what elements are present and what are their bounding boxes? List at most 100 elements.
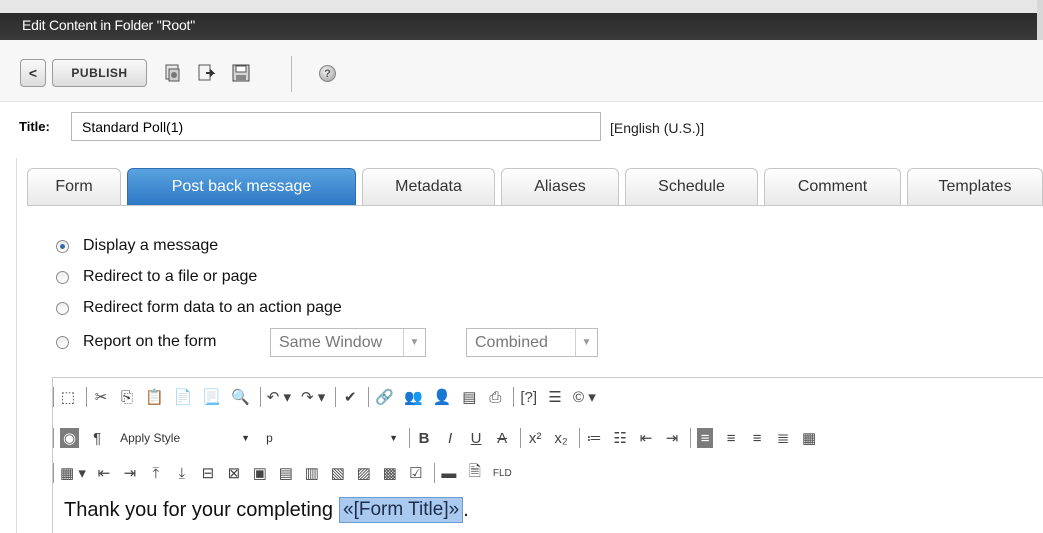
tab-comment[interactable]: Comment (764, 168, 901, 205)
cell-properties-icon[interactable]: ▥ (304, 463, 320, 483)
redo-icon[interactable]: ↷ ▾ (301, 387, 325, 407)
title-input[interactable] (71, 112, 601, 141)
paste-text-icon[interactable]: 📃 (202, 387, 221, 407)
chevron-down-icon: ▼ (389, 433, 399, 443)
form-field-icon[interactable]: ▩ (382, 463, 398, 483)
insert-row-below-icon[interactable]: ⤓ (174, 463, 190, 483)
window-select-value: Same Window (279, 333, 383, 351)
copy-icon[interactable]: ⎘ (119, 387, 135, 407)
justify-icon[interactable]: ≣ (775, 428, 791, 448)
radio-report-form[interactable] (56, 335, 69, 349)
tab-form[interactable]: Form (27, 168, 121, 205)
style-dropdown[interactable]: Apply Style ▼ (115, 428, 255, 448)
editor-toolbar-row-1: ⬚ ✂ ⎘ 📋 📄 📃 🔍 ↶ ▾ ↷ ▾ ✔ 🔗 👥 👤 ▤ ⎙ [?] ☰ … (53, 382, 1043, 412)
paste-word-icon[interactable]: 📄 (174, 387, 193, 407)
help-icon[interactable]: ? (319, 65, 336, 82)
subscript-icon[interactable]: x₂ (553, 428, 569, 448)
library-icon[interactable]: 👥 (404, 387, 423, 407)
checkbox-field-icon[interactable]: ☑ (408, 463, 424, 483)
mode-select[interactable]: Combined ▼ (466, 328, 598, 357)
radio-redirect-file[interactable] (56, 270, 69, 284)
editor-content[interactable]: Thank you for your completing «[Form Tit… (64, 497, 469, 523)
list-style-icon[interactable]: ☰ (547, 387, 563, 407)
title-label: Title: (19, 119, 50, 134)
back-label: < (28, 65, 38, 81)
source-mode-icon[interactable]: ◉ (60, 428, 80, 448)
window-title: Edit Content in Folder "Root" (22, 17, 196, 33)
table-properties-icon[interactable]: ▧ (330, 463, 346, 483)
option-redirect-action[interactable]: Redirect form data to an action page (56, 298, 342, 318)
copyright-icon[interactable]: © ▾ (573, 387, 596, 407)
paragraph-dropdown[interactable]: p ▼ (261, 428, 403, 448)
justify-full-icon[interactable]: ▦ (801, 428, 817, 448)
document-icon[interactable]: 🗎 (467, 463, 483, 483)
tab-post-back-message[interactable]: Post back message (127, 168, 356, 205)
tab-schedule[interactable]: Schedule (625, 168, 758, 205)
content-trailing: . (463, 498, 469, 521)
option-redirect-file[interactable]: Redirect to a file or page (56, 267, 257, 287)
publish-button[interactable]: PUBLISH (52, 59, 147, 87)
window-select[interactable]: Same Window ▼ (270, 328, 426, 357)
numbered-list-icon[interactable]: ≔ (586, 428, 602, 448)
indent-icon[interactable]: ⇥ (664, 428, 680, 448)
split-cells-icon[interactable]: ▤ (278, 463, 294, 483)
page-icon[interactable]: ▤ (461, 387, 477, 407)
insert-column-right-icon[interactable]: ⇥ (122, 463, 138, 483)
align-left-icon[interactable]: ≡ (697, 428, 714, 448)
delete-column-icon[interactable]: ⊟ (200, 463, 216, 483)
back-button[interactable]: < (20, 59, 46, 87)
chevron-down-icon: ▼ (403, 329, 425, 356)
tab-aliases[interactable]: Aliases (501, 168, 619, 205)
option-label: Display a message (83, 237, 219, 254)
align-right-icon[interactable]: ≡ (749, 428, 765, 448)
superscript-icon[interactable]: x² (527, 428, 543, 448)
underline-icon[interactable]: U (468, 428, 484, 448)
option-label: Redirect form data to an action page (83, 299, 342, 316)
cut-icon[interactable]: ✂ (93, 387, 109, 407)
form-title-field-token[interactable]: «[Form Title]» (339, 497, 464, 523)
paste-icon[interactable]: 📋 (145, 387, 164, 407)
chevron-down-icon: ▼ (575, 329, 597, 356)
help-bracket-icon[interactable]: [?] (520, 387, 537, 407)
paragraph-dropdown-value: p (266, 431, 273, 445)
bullet-list-icon[interactable]: ☷ (612, 428, 628, 448)
field-icon[interactable]: FLD (493, 463, 512, 483)
find-icon[interactable]: 🔍 (231, 387, 250, 407)
editor-toolbar-row-3: ▦ ▾ ⇤ ⇥ ⤒ ⤓ ⊟ ⊠ ▣ ▤ ▥ ▧ ▨ ▩ ☑ ▬ 🗎 FLD (53, 458, 1043, 488)
table-icon[interactable]: ▦ ▾ (60, 463, 86, 483)
language-label: [English (U.S.)] (610, 120, 705, 136)
print-icon[interactable]: ⎙ (487, 387, 503, 407)
strikethrough-icon[interactable]: A (494, 428, 510, 448)
select-all-icon[interactable]: ⬚ (60, 387, 76, 407)
option-report-form[interactable]: Report on the form (56, 332, 216, 352)
bold-icon[interactable]: B (416, 428, 432, 448)
style-dropdown-value: Apply Style (120, 431, 181, 445)
radio-display-message[interactable] (56, 239, 69, 253)
option-display-message[interactable]: Display a message (56, 236, 218, 256)
checkin-icon[interactable] (162, 62, 184, 84)
preview-icon[interactable] (195, 62, 217, 84)
align-center-icon[interactable]: ≡ (723, 428, 739, 448)
content-text: Thank you for your completing (64, 498, 334, 521)
tab-metadata[interactable]: Metadata (362, 168, 495, 205)
merge-cells-icon[interactable]: ▣ (252, 463, 268, 483)
window-titlebar: Edit Content in Folder "Root" (0, 0, 1043, 40)
save-icon[interactable] (230, 62, 252, 84)
radio-redirect-action[interactable] (56, 301, 69, 315)
delete-row-icon[interactable]: ⊠ (226, 463, 242, 483)
toolbar-divider (291, 56, 292, 92)
chevron-down-icon: ▼ (241, 433, 251, 443)
spellcheck-icon[interactable]: ✔ (342, 387, 358, 407)
users-icon[interactable]: 👤 (433, 387, 452, 407)
outdent-icon[interactable]: ⇤ (638, 428, 654, 448)
insert-table-icon[interactable]: ▨ (356, 463, 372, 483)
italic-icon[interactable]: I (442, 428, 458, 448)
insert-row-above-icon[interactable]: ⤒ (148, 463, 164, 483)
undo-icon[interactable]: ↶ ▾ (267, 387, 291, 407)
tab-templates[interactable]: Templates (907, 168, 1043, 205)
insert-column-left-icon[interactable]: ⇤ (96, 463, 112, 483)
paragraph-mark-icon[interactable]: ¶ (89, 428, 105, 448)
editor-toolbar-row-2: ◉ ¶ Apply Style ▼ p ▼ B I U A x² x₂ ≔ ☷ … (53, 423, 1043, 453)
hyperlink-icon[interactable]: 🔗 (375, 387, 394, 407)
image-icon[interactable]: ▬ (441, 463, 457, 483)
